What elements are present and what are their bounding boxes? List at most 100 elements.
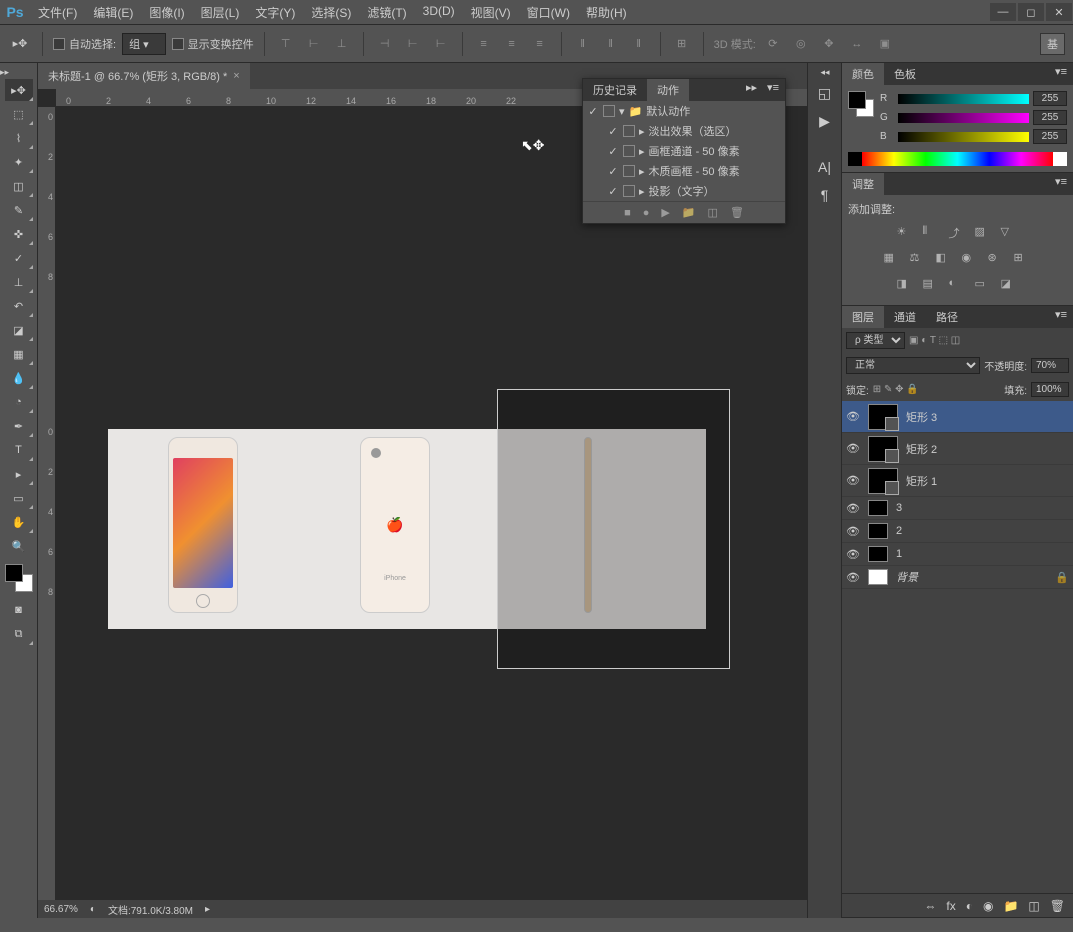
levels-icon[interactable]: ⫴: [923, 225, 941, 243]
layer-row[interactable]: 👁 3: [842, 497, 1073, 520]
visibility-icon[interactable]: 👁: [846, 442, 860, 455]
layer-row[interactable]: 👁 矩形 3: [842, 401, 1073, 433]
pen-tool[interactable]: ✒: [5, 415, 33, 437]
menu-view[interactable]: 视图(V): [463, 0, 519, 25]
align-hcenter-icon[interactable]: ⊢: [402, 33, 424, 55]
3d-pan-icon[interactable]: ✥: [818, 33, 840, 55]
align-right-icon[interactable]: ⊢: [430, 33, 452, 55]
dock-para-icon[interactable]: ¶: [812, 182, 838, 208]
align-top-icon[interactable]: ⊤: [275, 33, 297, 55]
huesat-icon[interactable]: ▦: [884, 251, 902, 269]
layer-row[interactable]: 👁 1: [842, 543, 1073, 566]
blur-tool[interactable]: 💧: [5, 367, 33, 389]
curves-icon[interactable]: ⤴: [949, 225, 967, 243]
lookup-icon[interactable]: ⊞: [1014, 251, 1032, 269]
layer-row[interactable]: 👁 背景 🔒: [842, 566, 1073, 589]
eyedropper-tool[interactable]: ✎: [5, 199, 33, 221]
mask-icon[interactable]: ◐: [966, 899, 973, 913]
show-transform-checkbox[interactable]: 显示变换控件: [172, 36, 254, 52]
stamp-tool[interactable]: ⊥: [5, 271, 33, 293]
menu-image[interactable]: 图像(I): [141, 0, 192, 25]
delete-action-icon[interactable]: 🗑: [730, 206, 744, 219]
play-icon[interactable]: ▶: [661, 206, 669, 219]
type-tool[interactable]: T: [5, 439, 33, 461]
dist-right-icon[interactable]: ‖: [628, 33, 650, 55]
dodge-tool[interactable]: ◔: [5, 391, 33, 413]
tab-channels[interactable]: 通道: [884, 306, 926, 328]
dist-vcenter-icon[interactable]: ≡: [501, 33, 523, 55]
fx-icon[interactable]: fx: [946, 899, 955, 913]
blend-mode[interactable]: 正常: [846, 357, 980, 374]
action-row[interactable]: ✓▸ 画框通道 - 50 像素: [583, 141, 785, 161]
link-icon[interactable]: ⇔: [924, 899, 936, 913]
3d-roll-icon[interactable]: ◎: [790, 33, 812, 55]
menu-file[interactable]: 文件(F): [30, 0, 85, 25]
tab-swatches[interactable]: 色板: [884, 63, 926, 85]
action-row[interactable]: ✓▸ 投影（文字）: [583, 181, 785, 201]
menu-help[interactable]: 帮助(H): [578, 0, 635, 25]
dock-char-icon[interactable]: A|: [812, 154, 838, 180]
b-input[interactable]: [1033, 129, 1067, 144]
menu-select[interactable]: 选择(S): [303, 0, 359, 25]
move-tool[interactable]: ▸✥: [5, 79, 33, 101]
eraser-tool[interactable]: ◪: [5, 319, 33, 341]
3d-orbit-icon[interactable]: ⟳: [762, 33, 784, 55]
align-left-icon[interactable]: ⊣: [374, 33, 396, 55]
shape-tool[interactable]: ▭: [5, 487, 33, 509]
wand-tool[interactable]: ✦: [5, 151, 33, 173]
menu-layer[interactable]: 图层(L): [193, 0, 248, 25]
visibility-icon[interactable]: 👁: [846, 548, 860, 561]
crop-tool[interactable]: ◫: [5, 175, 33, 197]
dist-hcenter-icon[interactable]: ‖: [600, 33, 622, 55]
action-row[interactable]: ✓▾📁 默认动作: [583, 101, 785, 121]
tab-adjustments[interactable]: 调整: [842, 173, 884, 195]
photo-filter-icon[interactable]: ◉: [962, 251, 980, 269]
zoom-tool[interactable]: 🔍: [5, 535, 33, 557]
tab-actions[interactable]: 动作: [647, 79, 689, 101]
gradient-map-icon[interactable]: ▭: [975, 277, 993, 295]
workspace-switcher[interactable]: 基: [1040, 33, 1065, 55]
new-set-icon[interactable]: 📁: [682, 206, 696, 219]
threshold-icon[interactable]: ◐: [949, 277, 967, 295]
r-input[interactable]: [1033, 91, 1067, 106]
b-slider[interactable]: [898, 132, 1029, 142]
layer-row[interactable]: 👁 2: [842, 520, 1073, 543]
vibrance-icon[interactable]: ▽: [1001, 225, 1019, 243]
selective-color-icon[interactable]: ◪: [1001, 277, 1019, 295]
posterize-icon[interactable]: ▤: [923, 277, 941, 295]
visibility-icon[interactable]: 👁: [846, 502, 860, 515]
tab-layers[interactable]: 图层: [842, 306, 884, 328]
dock-history-icon[interactable]: ◱: [812, 80, 838, 106]
3d-slide-icon[interactable]: ↔: [846, 33, 868, 55]
layer-row[interactable]: 👁 矩形 1: [842, 465, 1073, 497]
lasso-tool[interactable]: ⌇: [5, 127, 33, 149]
foreground-color[interactable]: [5, 564, 23, 582]
align-bottom-icon[interactable]: ⊥: [331, 33, 353, 55]
stop-icon[interactable]: ■: [624, 207, 631, 219]
filter-kind[interactable]: ρ 类型: [846, 332, 905, 349]
hand-tool[interactable]: ✋: [5, 511, 33, 533]
fill-layer-icon[interactable]: ◉: [983, 899, 993, 913]
brightness-icon[interactable]: ☀: [897, 225, 915, 243]
group-icon[interactable]: 📁: [1003, 899, 1018, 913]
dock-play-icon[interactable]: ▶: [812, 108, 838, 134]
quickmask-tool[interactable]: ◙: [5, 599, 33, 621]
r-slider[interactable]: [898, 94, 1029, 104]
tab-history[interactable]: 历史记录: [583, 79, 647, 101]
screenmode-tool[interactable]: ⧉: [5, 623, 33, 645]
new-layer-icon[interactable]: ◫: [1028, 899, 1039, 913]
exposure-icon[interactable]: ▨: [975, 225, 993, 243]
gradient-tool[interactable]: ▦: [5, 343, 33, 365]
3d-zoom-icon[interactable]: ▣: [874, 33, 896, 55]
path-select-tool[interactable]: ▸: [5, 463, 33, 485]
tab-paths[interactable]: 路径: [926, 306, 968, 328]
doc-info[interactable]: 文档:791.0K/3.80M: [108, 902, 193, 917]
action-row[interactable]: ✓▸ 淡出效果（选区）: [583, 121, 785, 141]
visibility-icon[interactable]: 👁: [846, 571, 860, 584]
auto-select-checkbox[interactable]: 自动选择:: [53, 36, 116, 52]
channel-mixer-icon[interactable]: ⊛: [988, 251, 1006, 269]
align-vcenter-icon[interactable]: ⊢: [303, 33, 325, 55]
ruler-vertical[interactable]: 0 2 4 6 8 0 2 4 6 8: [38, 107, 56, 900]
tab-color[interactable]: 颜色: [842, 63, 884, 85]
menu-window[interactable]: 窗口(W): [519, 0, 578, 25]
